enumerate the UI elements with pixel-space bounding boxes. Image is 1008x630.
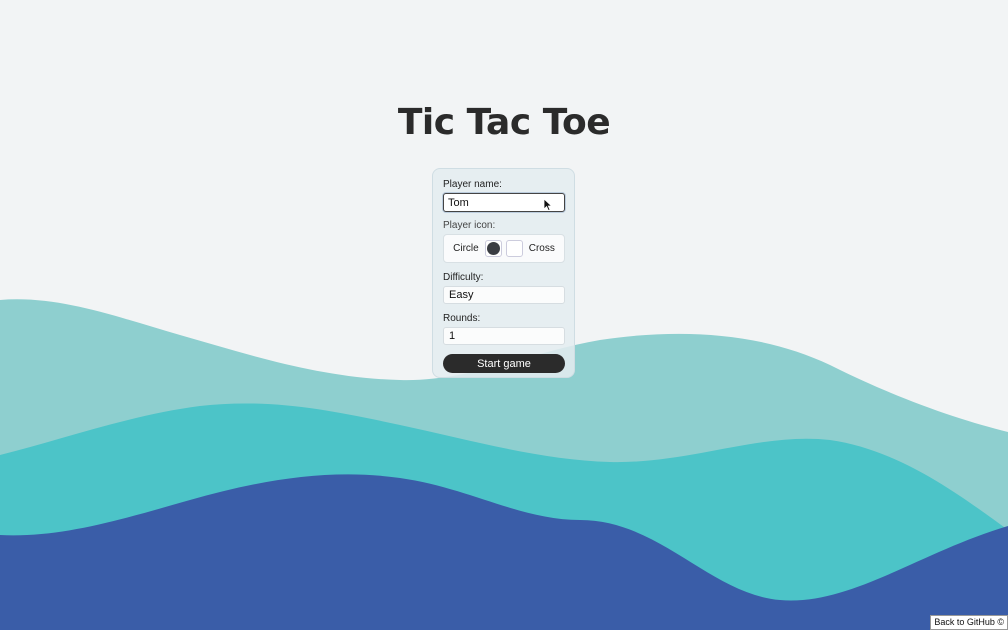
circle-option-button[interactable] (484, 240, 502, 257)
player-icon-options: Circle Cross (443, 234, 565, 263)
rounds-label: Rounds: (443, 313, 481, 324)
player-icon-group: Player icon: Circle Cross (443, 220, 565, 263)
mouse-cursor-icon (543, 198, 553, 212)
difficulty-group: Difficulty: Easy (443, 272, 565, 304)
circle-icon (486, 242, 500, 255)
difficulty-label: Difficulty: (443, 272, 484, 283)
player-name-label: Player name: (443, 179, 502, 190)
rounds-input[interactable]: 1 (443, 327, 565, 345)
game-setup-form: Player name: Player icon: Circle Cross D… (432, 168, 575, 378)
difficulty-select[interactable]: Easy (443, 286, 565, 304)
cross-option-button[interactable] (505, 240, 523, 257)
icon-circle-label: Circle (453, 243, 479, 254)
player-icon-label: Player icon: (443, 220, 496, 231)
start-game-button[interactable]: Start game (443, 354, 565, 373)
back-to-github-link[interactable]: Back to GitHub © (930, 615, 1008, 630)
page-title: Tic Tac Toe (397, 102, 611, 143)
icon-cross-label: Cross (528, 243, 555, 254)
rounds-group: Rounds: 1 (443, 313, 565, 345)
